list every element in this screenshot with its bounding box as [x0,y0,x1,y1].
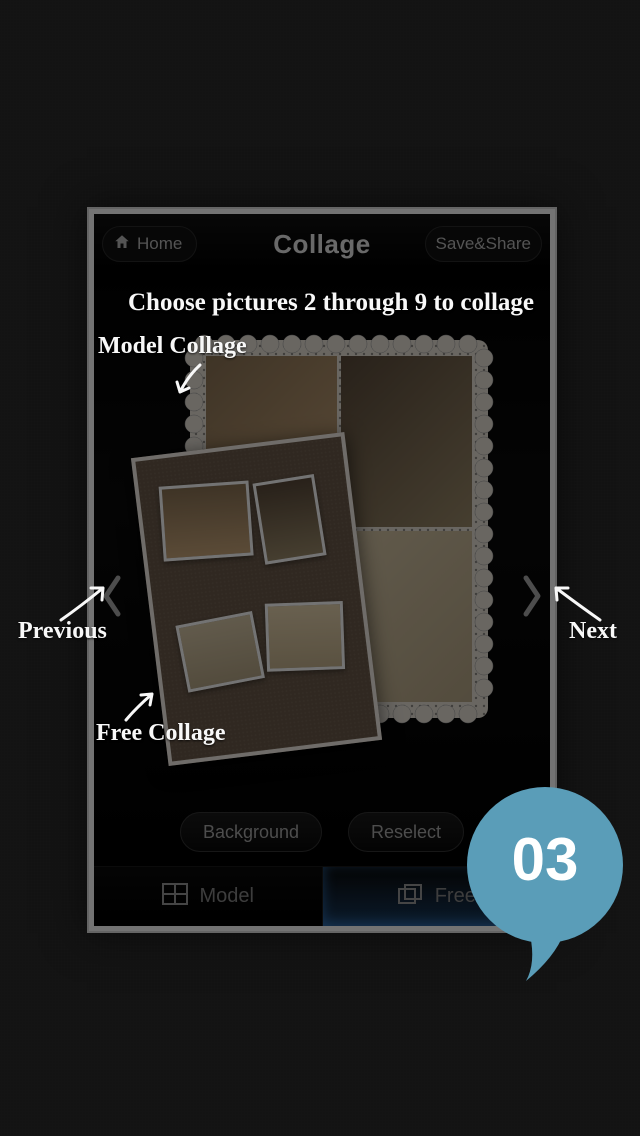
grid-icon [162,883,188,911]
free-photo[interactable] [175,611,265,693]
free-photo[interactable] [159,481,254,562]
step-badge: 03 [460,785,630,985]
free-photo[interactable] [265,601,345,672]
home-button[interactable]: Home [102,226,197,262]
reselect-button[interactable]: Reselect [348,812,464,852]
reselect-label: Reselect [371,822,441,843]
save-share-label: Save&Share [436,234,531,254]
save-share-button[interactable]: Save&Share [425,226,542,262]
background-button[interactable]: Background [180,812,322,852]
app-header: Home Collage Save&Share [94,214,550,274]
next-annotation: Next [569,618,617,645]
home-icon [113,233,131,256]
background-label: Background [203,822,299,843]
step-number: 03 [460,825,630,894]
collage-cell[interactable] [341,356,472,527]
collage-canvas[interactable] [94,274,550,806]
next-arrow[interactable] [516,572,548,620]
home-label: Home [137,234,182,254]
page-title: Collage [273,229,370,260]
free-collage-preview[interactable] [131,432,382,766]
tab-model[interactable]: Model [94,867,323,926]
layers-icon [397,883,423,911]
free-photo[interactable] [253,474,327,565]
previous-arrow[interactable] [96,572,128,620]
tab-model-label: Model [200,885,254,908]
